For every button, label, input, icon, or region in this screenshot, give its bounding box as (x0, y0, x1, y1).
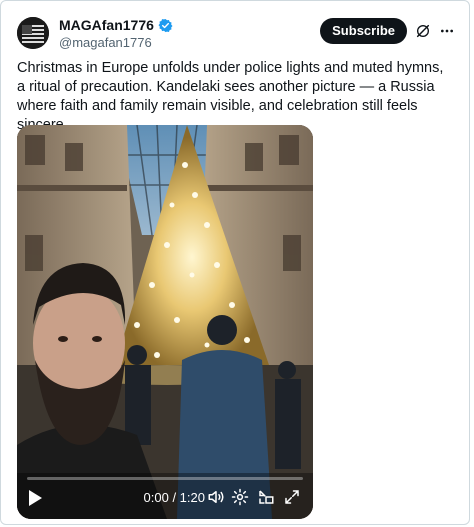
pip-icon[interactable] (257, 488, 275, 506)
avatar[interactable] (17, 17, 49, 49)
volume-icon[interactable] (207, 488, 225, 506)
name-row: MAGAfan1776 (59, 17, 173, 33)
video-player[interactable]: 0:00 / 1:20 (17, 125, 313, 519)
display-name[interactable]: MAGAfan1776 (59, 17, 154, 33)
post-card: MAGAfan1776 @magafan1776 Subscribe Chris… (0, 0, 470, 525)
progress-bar[interactable] (27, 477, 303, 480)
more-icon[interactable] (439, 23, 455, 39)
subscribe-button[interactable]: Subscribe (320, 18, 407, 44)
video-frame (17, 125, 313, 519)
user-handle[interactable]: @magafan1776 (59, 35, 152, 50)
time-display: 0:00 / 1:20 (143, 490, 205, 505)
grok-icon[interactable] (415, 23, 431, 39)
settings-icon[interactable] (231, 488, 249, 506)
play-icon[interactable] (27, 489, 43, 507)
post-text: Christmas in Europe unfolds under police… (17, 60, 444, 133)
verified-badge-icon (158, 18, 173, 32)
post-header: MAGAfan1776 @magafan1776 Subscribe (17, 15, 455, 55)
video-controls: 0:00 / 1:20 (17, 473, 313, 519)
fullscreen-icon[interactable] (283, 488, 301, 506)
